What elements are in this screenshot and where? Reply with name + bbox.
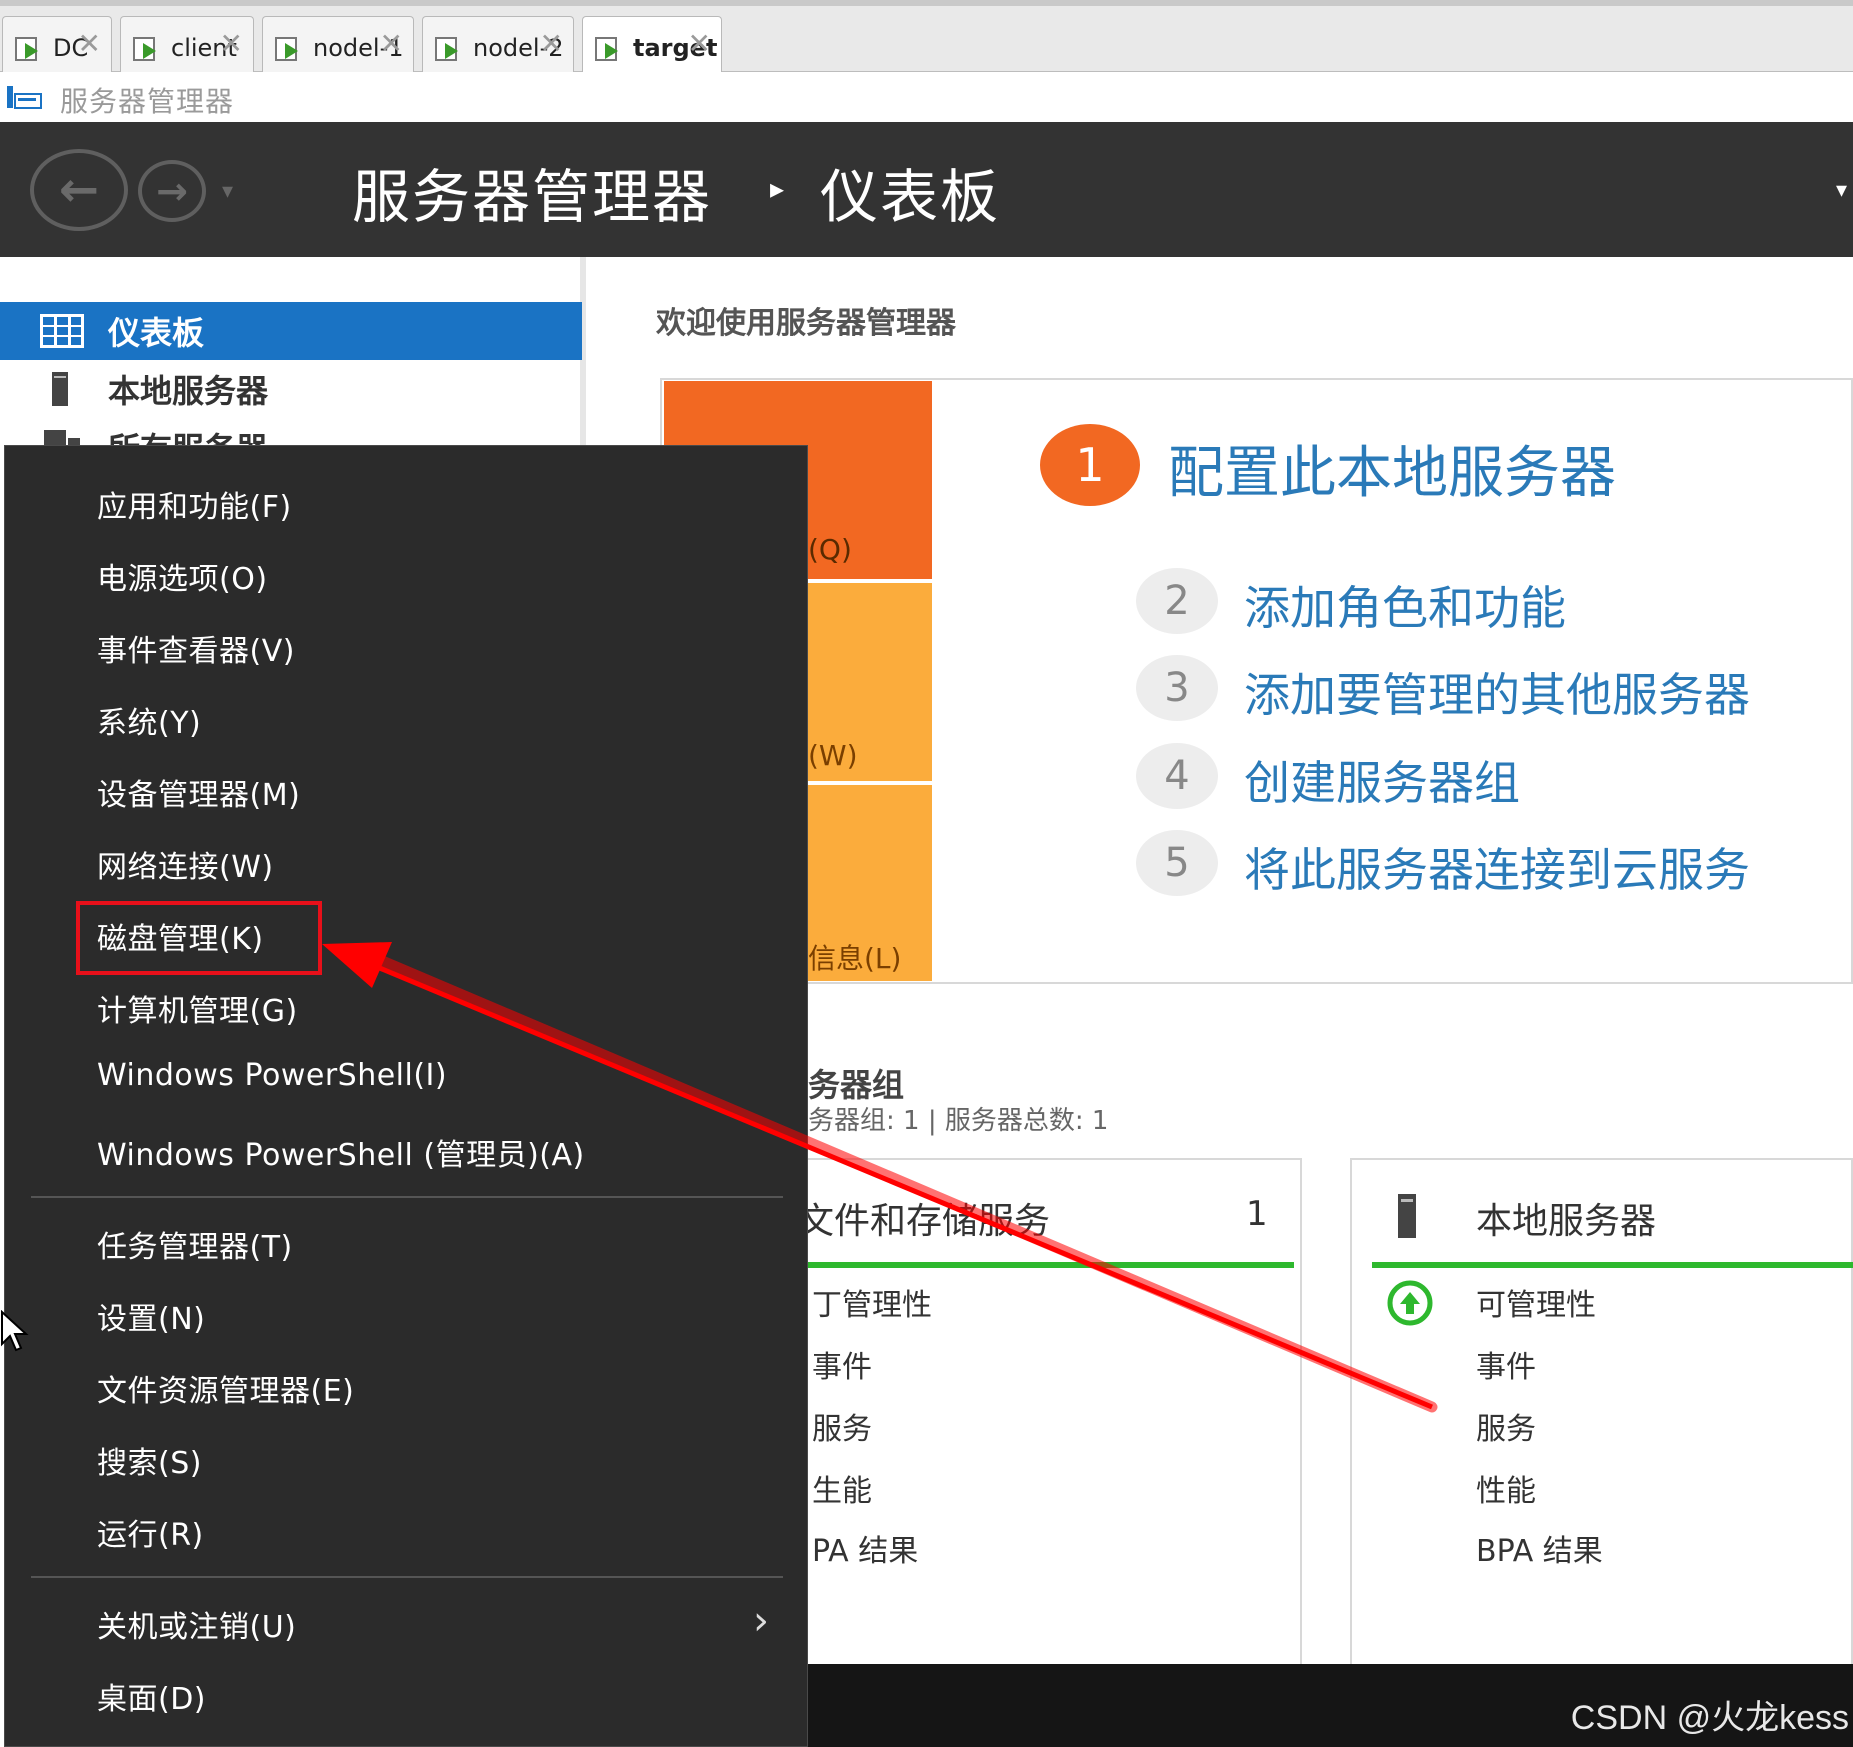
events-row[interactable]: 事件 [812,1342,872,1386]
menu-item-settings[interactable]: 设置(N) [97,1294,205,1338]
menu-item-computer-management[interactable]: 计算机管理(G) [97,986,298,1030]
tile-label: (Q) [808,533,852,566]
performance-row[interactable]: 生能 [812,1466,872,1510]
sidebar-item-label: 仪表板 [108,314,205,352]
menu-item-task-manager[interactable]: 任务管理器(T) [97,1222,293,1266]
file-storage-services-card[interactable]: 文件和存储服务 1 丁管理性 事件 服务 生能 PA 结果 [780,1158,1302,1668]
watermark: CSDN @火龙kess [1570,1699,1849,1737]
annotation-highlight-box [76,901,322,975]
menu-item-device-manager[interactable]: 设备管理器(M) [97,770,300,814]
chevron-down-icon[interactable]: ▾ [222,179,233,204]
add-roles-link[interactable]: 添加角色和功能 [1244,572,1566,638]
manageability-row[interactable]: 可管理性 [1476,1280,1596,1324]
back-button[interactable]: ← [30,149,128,231]
services-row[interactable]: 服务 [1476,1404,1536,1448]
vm-icon [15,34,43,62]
step-number-badge: 1 [1040,424,1140,506]
menu-item-event-viewer[interactable]: 事件查看器(V) [97,626,295,670]
performance-row[interactable]: 性能 [1476,1466,1536,1510]
card-title: 文件和存储服务 [798,1201,1051,1242]
menu-item-search[interactable]: 搜索(S) [97,1438,202,1482]
breadcrumb-separator-icon: ▸ [770,172,785,205]
menu-item-run[interactable]: 运行(R) [97,1510,204,1554]
tile-label: (W) [808,739,858,772]
vm-tab-nodel-1[interactable]: nodel-1 ✕ [262,16,414,78]
step-number-badge: 4 [1136,743,1218,809]
dashboard-grid-icon [40,314,84,348]
sidebar-item-dashboard[interactable]: 仪表板 [0,302,582,360]
bpa-results-row[interactable]: BPA 结果 [1476,1526,1603,1570]
menu-item-system[interactable]: 系统(Y) [97,698,201,742]
app-title: 服务器管理器 [60,85,235,118]
menu-divider [31,1196,783,1198]
vm-tab-client[interactable]: client ✕ [120,16,254,78]
step-number-badge: 5 [1136,830,1218,896]
close-icon[interactable]: ✕ [540,30,563,58]
menu-item-powershell[interactable]: Windows PowerShell(I) [97,1058,447,1093]
vm-icon [435,34,463,62]
vm-icon [275,34,303,62]
step-number-badge: 3 [1136,655,1218,721]
add-servers-link[interactable]: 添加要管理的其他服务器 [1244,659,1750,725]
close-icon[interactable]: ✕ [380,30,403,58]
vm-icon [133,34,161,62]
close-icon[interactable]: ✕ [688,30,711,58]
menu-item-file-explorer[interactable]: 文件资源管理器(E) [97,1366,354,1410]
forward-button[interactable]: → [138,160,206,222]
app-title-bar: 服务器管理器 [0,72,1853,122]
mouse-cursor-icon [1,1310,29,1352]
card-count: 1 [1246,1194,1268,1234]
arrow-right-icon: → [156,169,188,213]
navigation-header: ← → ▾ 服务器管理器 ▸ 仪表板 ▾ [0,122,1853,257]
vm-icon [595,34,623,62]
menu-item-network-connections[interactable]: 网络连接(W) [97,842,274,886]
breadcrumb-page: 仪表板 [820,163,1001,231]
breadcrumb-root: 服务器管理器 [352,163,713,231]
events-row[interactable]: 事件 [1476,1342,1536,1386]
chevron-right-icon: › [753,1598,769,1644]
server-icon [1398,1194,1416,1238]
status-bar [1372,1262,1853,1268]
menu-item-apps-features[interactable]: 应用和功能(F) [97,482,292,526]
winx-context-menu: 应用和功能(F) 电源选项(O) 事件查看器(V) 系统(Y) 设备管理器(M)… [4,445,808,1747]
server-icon [52,372,68,406]
configure-local-server-link[interactable]: 配置此本地服务器 [1168,428,1616,509]
menu-item-desktop[interactable]: 桌面(D) [97,1674,206,1718]
server-manager-icon [7,86,42,109]
sidebar-item-label: 本地服务器 [108,372,269,410]
menu-item-power-options[interactable]: 电源选项(O) [97,554,268,598]
close-icon[interactable]: ✕ [220,30,243,58]
bpa-results-row[interactable]: PA 结果 [812,1526,918,1570]
local-server-card[interactable]: 本地服务器 可管理性 事件 服务 性能 BPA 结果 [1350,1158,1853,1668]
vm-tab-nodel-2[interactable]: nodel-2 ✕ [422,16,574,78]
card-title: 本地服务器 [1476,1201,1657,1242]
status-bar [796,1262,1294,1268]
close-icon[interactable]: ✕ [78,30,101,58]
vm-tab-dc[interactable]: DC ✕ [2,16,112,78]
status-up-icon [1387,1280,1433,1326]
create-server-group-link[interactable]: 创建服务器组 [1244,747,1520,813]
vm-tab-target[interactable]: target ✕ [582,16,722,78]
menu-divider [31,1576,783,1578]
server-groups-summary: 务器组: 1 | 服务器总数: 1 [808,1106,1109,1136]
sidebar-item-local-server[interactable]: 本地服务器 [0,360,582,418]
tile-label: 信息(L) [808,942,902,975]
welcome-title: 欢迎使用服务器管理器 [656,306,956,341]
services-row[interactable]: 服务 [812,1404,872,1448]
menu-item-powershell-admin[interactable]: Windows PowerShell (管理员)(A) [97,1130,585,1174]
arrow-left-icon: ← [58,162,100,218]
connect-cloud-link[interactable]: 将此服务器连接到云服务 [1244,834,1750,900]
step-number-badge: 2 [1136,568,1218,634]
manageability-row[interactable]: 丁管理性 [812,1280,932,1324]
vm-tab-strip: DC ✕ client ✕ nodel-1 ✕ nodel-2 ✕ target… [0,0,1853,78]
menu-item-shutdown-signout[interactable]: 关机或注销(U) [97,1602,296,1646]
chevron-down-icon[interactable]: ▾ [1836,178,1847,203]
